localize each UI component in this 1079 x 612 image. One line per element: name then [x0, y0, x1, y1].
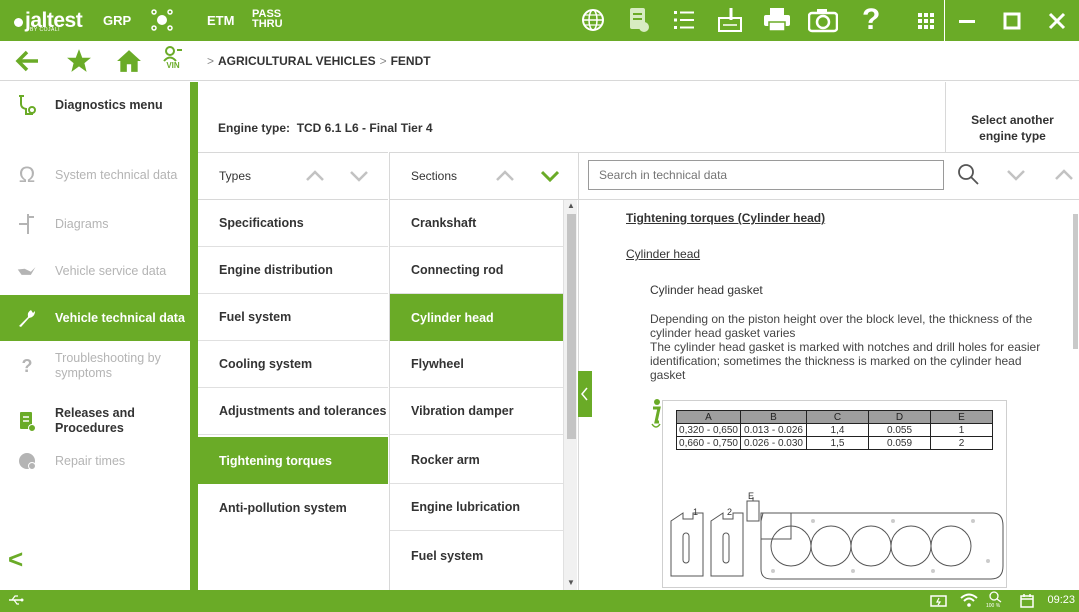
wifi-icon	[960, 593, 978, 610]
sign-icon[interactable]	[717, 6, 743, 34]
apps-icon[interactable]	[918, 13, 934, 29]
sections-scrollbar[interactable]: ▲ ▼	[563, 200, 577, 590]
chevron-up-icon[interactable]	[1055, 169, 1073, 181]
scroll-up-icon[interactable]: ▲	[567, 201, 575, 210]
sidebar: Diagnostics menu Ω System technical data…	[0, 82, 190, 590]
list-item[interactable]: Engine distribution	[198, 247, 388, 294]
connection-icon[interactable]	[149, 7, 175, 33]
chevron-down-icon[interactable]	[541, 170, 559, 182]
list-item[interactable]: Engine lubrication	[390, 484, 564, 531]
calendar-icon	[1020, 594, 1034, 611]
gasket-heading: Cylinder head gasket	[650, 283, 763, 297]
window-controls	[944, 0, 1079, 41]
zoom-indicator[interactable]: 100 %	[986, 591, 1002, 609]
list-item[interactable]: Rocker arm	[390, 437, 564, 484]
close-button[interactable]	[1037, 0, 1077, 41]
logo-subtitle: BY COJALI	[30, 27, 60, 33]
search-input[interactable]	[588, 160, 944, 190]
battery-icon	[930, 594, 948, 611]
table-row: 0,320 - 0,650 0.013 - 0.026 1,4 0.055 1	[676, 423, 993, 437]
breadcrumb: > AGRICULTURAL VEHICLES > FENDT	[207, 54, 431, 68]
chevron-up-icon[interactable]	[496, 170, 514, 182]
list-item[interactable]: Adjustments and tolerances	[198, 388, 388, 435]
sections-list: Crankshaft Connecting rod Cylinder head …	[389, 200, 577, 590]
sidebar-item-vehicle-technical-data[interactable]: Vehicle technical data	[0, 295, 190, 341]
sidebar-divider	[190, 82, 198, 590]
report-icon[interactable]	[628, 7, 650, 33]
table-row: 0,660 - 0,750 0.026 - 0.030 1,5 0.059 2	[676, 436, 993, 450]
breadcrumb-item[interactable]: AGRICULTURAL VEHICLES	[218, 54, 376, 68]
list-item[interactable]: Cooling system	[198, 341, 388, 388]
globe-icon[interactable]	[581, 8, 605, 32]
list-item[interactable]: Connecting rod	[390, 247, 564, 294]
list-item[interactable]: Fuel system	[198, 294, 388, 341]
sidebar-item-repair-times[interactable]: Repair times	[0, 438, 190, 484]
list-item[interactable]: Flywheel	[390, 341, 564, 388]
wrench-icon	[17, 308, 37, 328]
list-item-selected[interactable]: Cylinder head	[390, 294, 564, 341]
diagram-label-1: 1	[693, 507, 699, 517]
engine-type-label: Engine type: TCD 6.1 L6 - Final Tier 4	[218, 121, 433, 135]
pass-thru-button[interactable]: PASS THRU	[252, 9, 283, 30]
vin-icon[interactable]: VIN	[163, 46, 183, 70]
chevron-down-icon[interactable]	[1007, 169, 1025, 181]
sidebar-item-diagrams[interactable]: Diagrams	[0, 201, 190, 247]
sidebar-item-system-technical-data[interactable]: Ω System technical data	[0, 152, 190, 198]
diagram-icon	[17, 214, 37, 234]
select-engine-button[interactable]: Select another engine type	[945, 82, 1079, 152]
status-bar: 100 % 09:23	[0, 590, 1079, 612]
navigation-bar: VIN > AGRICULTURAL VEHICLES > FENDT	[0, 41, 1079, 81]
troubleshoot-icon: ?	[21, 355, 33, 376]
sidebar-item-vehicle-service-data[interactable]: Vehicle service data	[0, 248, 190, 294]
top-toolbar: jaltest BY COJALI GRP ETM PASS THRU ?	[0, 0, 1079, 41]
grp-button[interactable]: GRP	[103, 13, 131, 28]
list-item[interactable]: Fuel system	[390, 532, 564, 579]
content-body: Depending on the piston height over the …	[650, 312, 1041, 382]
clock-icon	[17, 451, 37, 471]
breadcrumb-item[interactable]: FENDT	[391, 54, 431, 68]
list-icon[interactable]	[672, 8, 696, 32]
etm-button[interactable]: ETM	[207, 13, 234, 28]
minimize-button[interactable]	[947, 0, 987, 41]
sidebar-item-diagnostics-menu[interactable]: Diagnostics menu	[0, 82, 190, 128]
sidebar-item-troubleshooting[interactable]: ? Troubleshooting by symptoms	[0, 343, 190, 389]
procedures-icon	[17, 411, 37, 432]
scroll-down-icon[interactable]: ▼	[567, 578, 575, 587]
scroll-thumb[interactable]	[567, 214, 576, 439]
types-list: Specifications Engine distribution Fuel …	[198, 200, 388, 590]
list-item[interactable]: Crankshaft	[390, 200, 564, 247]
home-icon[interactable]	[116, 48, 142, 74]
help-icon[interactable]: ?	[862, 3, 880, 37]
list-item-selected[interactable]: Tightening torques	[198, 437, 388, 484]
content-subtitle: Cylinder head	[626, 247, 701, 261]
list-item[interactable]: Anti-pollution system	[198, 484, 388, 531]
search-icon[interactable]	[957, 163, 979, 185]
diagram-label-e: E	[748, 491, 755, 501]
back-arrow-icon[interactable]	[14, 49, 40, 73]
maximize-button[interactable]	[992, 0, 1032, 41]
gasket-spec-table: A B C D E 0,320 - 0,650 0.013 - 0.026 1,…	[676, 410, 993, 450]
printer-icon[interactable]	[763, 7, 791, 33]
oil-can-icon	[17, 261, 37, 281]
usb-icon	[8, 594, 24, 609]
collapse-sidebar-button[interactable]: <	[8, 544, 23, 575]
list-item[interactable]: Vibration damper	[390, 388, 564, 435]
chevron-up-icon[interactable]	[306, 170, 324, 182]
collapse-panel-button[interactable]	[578, 371, 592, 417]
content-scrollbar[interactable]	[1073, 214, 1078, 349]
list-item[interactable]: Specifications	[198, 200, 388, 247]
content-title: Tightening torques (Cylinder head)	[626, 211, 826, 225]
clock-time: 09:23	[1047, 594, 1075, 606]
sections-header: Sections	[389, 152, 578, 200]
favorites-star-icon[interactable]	[66, 48, 92, 74]
chevron-down-icon[interactable]	[350, 170, 368, 182]
diagnostics-icon	[17, 95, 37, 115]
diagram-label-2: 2	[727, 507, 733, 517]
types-header: Types	[198, 152, 388, 200]
camera-icon[interactable]	[808, 7, 838, 33]
omega-icon: Ω	[18, 162, 36, 187]
